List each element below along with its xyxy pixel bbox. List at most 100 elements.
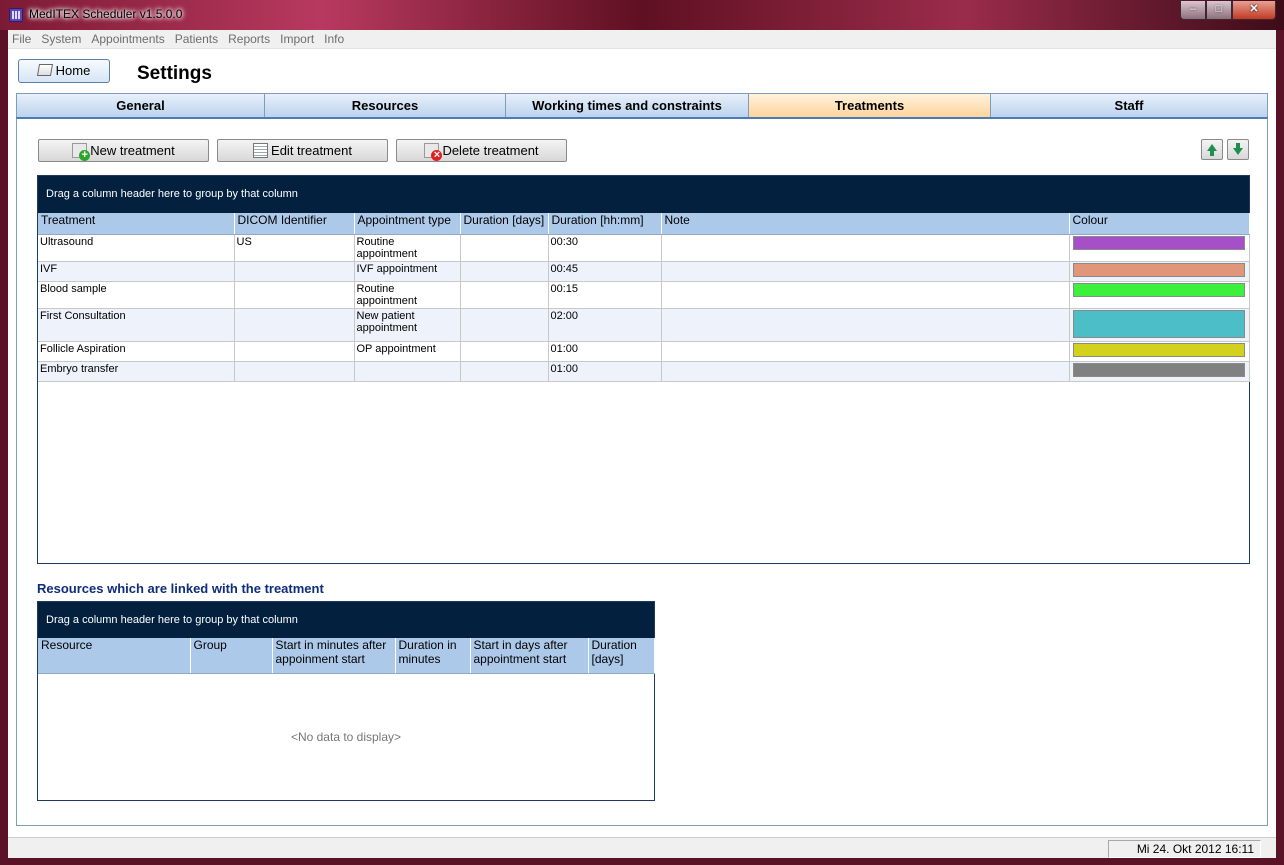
duration-hhmm-cell[interactable]: 01:00 [548,361,662,382]
edit-treatment-icon [253,143,269,158]
note-cell[interactable] [661,281,1070,309]
duration-days-cell[interactable] [460,234,549,262]
duration-days-cell[interactable] [460,261,549,282]
appointment-type-cell[interactable]: IVF appointment [354,261,461,282]
dicom-cell[interactable] [234,261,355,282]
menu-system[interactable]: System [36,30,86,46]
note-cell[interactable] [661,234,1070,262]
tab-resources[interactable]: Resources [264,93,505,118]
menu-info[interactable]: Info [319,30,349,46]
duration-days-cell[interactable] [460,361,549,382]
dicom-cell[interactable]: US [234,234,355,262]
treatment-cell[interactable]: Follicle Aspiration [38,341,235,362]
colour-cell[interactable] [1069,361,1250,382]
dicom-cell[interactable] [234,361,355,382]
treatment-cell[interactable]: Blood sample [38,281,235,309]
colour-swatch [1072,309,1245,338]
table-row[interactable]: Blood sample Routine appointment 00:15 [38,281,1250,309]
move-up-button[interactable] [1201,139,1223,160]
edit-treatment-button[interactable]: Edit treatment [217,139,388,162]
app-icon [9,8,23,22]
delete-treatment-button[interactable]: Delete treatment [396,139,567,162]
new-treatment-icon [72,143,91,161]
column-header-group[interactable]: Group [190,638,273,674]
column-header-treatment[interactable]: Treatment [38,213,235,235]
treatment-cell[interactable]: Ultrasound [38,234,235,262]
dicom-cell[interactable] [234,341,355,362]
column-header-duration-days[interactable]: Duration [days] [588,638,655,674]
colour-swatch [1072,342,1245,357]
home-button[interactable]: Home [18,59,110,83]
treatment-cell[interactable]: First Consultation [38,308,235,342]
colour-swatch [1072,362,1245,377]
table-row[interactable]: Ultrasound US Routine appointment 00:30 [38,234,1250,262]
duration-days-cell[interactable] [460,281,549,309]
colour-cell[interactable] [1069,261,1250,282]
close-button[interactable]: ✕ [1232,1,1276,20]
table-row[interactable]: Embryo transfer 01:00 [38,361,1250,382]
treatment-cell[interactable]: IVF [38,261,235,282]
column-header-appointment-type[interactable]: Appointment type [354,213,461,235]
tab-general[interactable]: General [16,93,264,118]
note-cell[interactable] [661,361,1070,382]
colour-cell[interactable] [1069,341,1250,362]
menu-import[interactable]: Import [275,30,319,46]
move-down-button[interactable] [1227,139,1249,160]
table-row[interactable]: Follicle Aspiration OP appointment 01:00 [38,341,1250,362]
duration-hhmm-cell[interactable]: 00:45 [548,261,662,282]
note-cell[interactable] [661,308,1070,342]
column-header-duration-days[interactable]: Duration [days] [460,213,549,235]
page-title: Settings [137,63,212,84]
column-header-start-days[interactable]: Start in days after appointment start [470,638,589,674]
note-cell[interactable] [661,341,1070,362]
tab-working-times[interactable]: Working times and constraints [505,93,748,118]
dicom-cell[interactable] [234,308,355,342]
duration-days-cell[interactable] [460,308,549,342]
appointment-type-cell[interactable]: Routine appointment [354,234,461,262]
dicom-cell[interactable] [234,281,355,309]
menu-reports[interactable]: Reports [223,30,275,46]
column-header-resource[interactable]: Resource [38,638,191,674]
group-by-panel[interactable]: Drag a column header here to group by th… [38,176,1249,213]
maximize-button[interactable]: □ [1206,1,1232,20]
tab-treatments[interactable]: Treatments [748,93,990,118]
column-header-duration-hhmm[interactable]: Duration [hh:mm] [548,213,662,235]
delete-treatment-icon [424,143,443,161]
menu-file[interactable]: File [8,30,36,46]
column-header-dicom[interactable]: DICOM Identifier [234,213,355,235]
settings-tabs: General Resources Working times and cons… [16,93,1268,118]
no-data-text: <No data to display> [290,730,402,744]
window-title: MedITEX Scheduler v1.5.0.0 [29,7,183,21]
column-header-colour[interactable]: Colour [1069,213,1250,235]
menu-patients[interactable]: Patients [170,30,223,46]
duration-hhmm-cell[interactable]: 00:30 [548,234,662,262]
minimize-button[interactable]: – [1180,1,1206,20]
duration-days-cell[interactable] [460,341,549,362]
appointment-type-cell[interactable]: Routine appointment [354,281,461,309]
appointment-type-cell[interactable] [354,361,461,382]
colour-cell[interactable] [1069,281,1250,309]
window-controls: – □ ✕ [1180,1,1276,20]
linked-resources-grid: Drag a column header here to group by th… [37,601,655,801]
column-header-start-minutes[interactable]: Start in minutes after appoinment start [272,638,396,674]
table-row[interactable]: First Consultation New patient appointme… [38,308,1250,342]
group-by-panel[interactable]: Drag a column header here to group by th… [38,602,654,638]
table-row[interactable]: IVF IVF appointment 00:45 [38,261,1250,282]
tab-staff[interactable]: Staff [990,93,1268,118]
delete-treatment-label: Delete treatment [442,143,539,158]
menu-appointments[interactable]: Appointments [86,30,169,46]
menu-bar: File System Appointments Patients Reports Imp… [8,30,1276,49]
colour-cell[interactable] [1069,308,1250,342]
column-header-duration-minutes[interactable]: Duration in minutes [395,638,471,674]
close-icon: ✕ [1249,3,1259,15]
new-treatment-button[interactable]: New treatment [38,139,209,162]
duration-hhmm-cell[interactable]: 00:15 [548,281,662,309]
appointment-type-cell[interactable]: New patient appointment [354,308,461,342]
appointment-type-cell[interactable]: OP appointment [354,341,461,362]
treatment-cell[interactable]: Embryo transfer [38,361,235,382]
colour-cell[interactable] [1069,234,1250,262]
duration-hhmm-cell[interactable]: 02:00 [548,308,662,342]
note-cell[interactable] [661,261,1070,282]
duration-hhmm-cell[interactable]: 01:00 [548,341,662,362]
column-header-note[interactable]: Note [661,213,1070,235]
